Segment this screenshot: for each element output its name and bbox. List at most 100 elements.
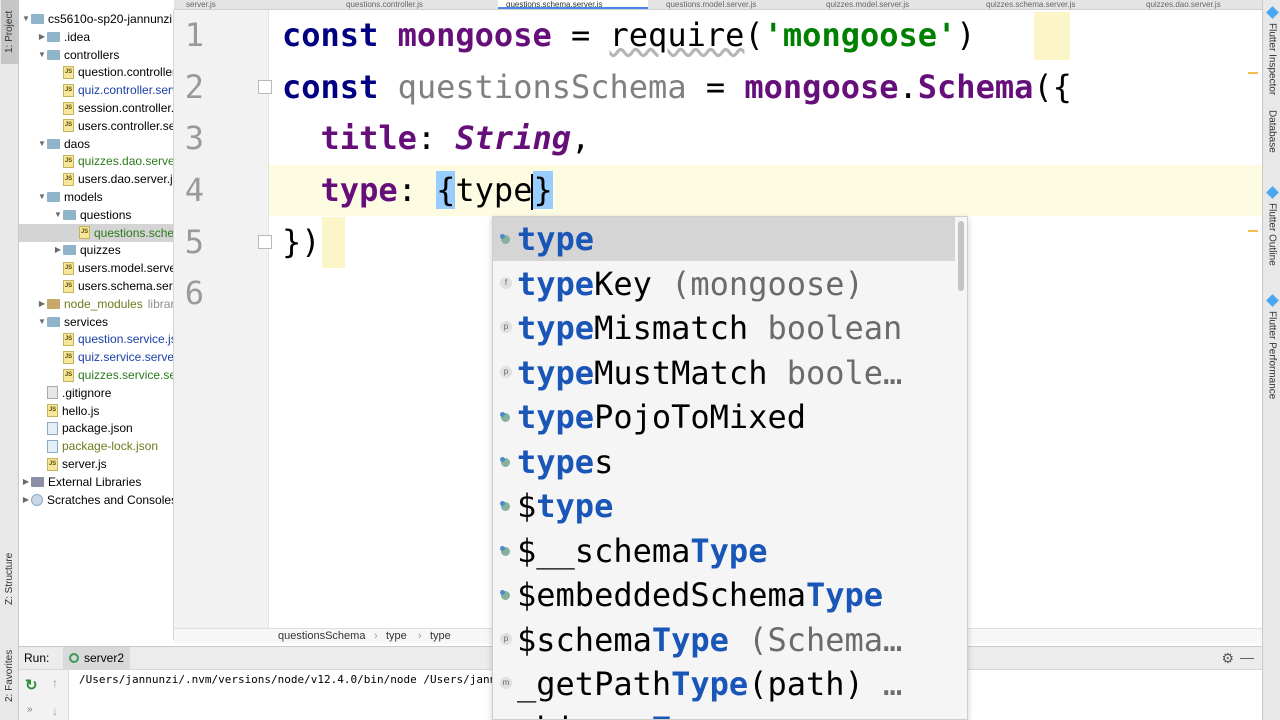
error-stripe-marker[interactable]: [1248, 230, 1258, 232]
up-arrow-icon[interactable]: ↑: [52, 676, 58, 690]
completion-item[interactable]: $type: [493, 484, 955, 528]
collapsed-arrow-icon[interactable]: ▶: [37, 28, 47, 46]
completion-item[interactable]: $__schemaType: [493, 529, 955, 573]
tree-item[interactable]: ▼ cs5610o-sp20-jannunzi: [19, 10, 173, 28]
completion-item[interactable]: _binaryType: [493, 707, 955, 720]
tree-item[interactable]: JS session.controller.server.js: [19, 99, 173, 117]
editor-tab[interactable]: questions.controller.js: [338, 0, 488, 9]
tree-item[interactable]: ▼ controllers: [19, 46, 173, 64]
editor-tab[interactable]: server.js: [178, 0, 328, 9]
breadcrumb-item[interactable]: type: [430, 629, 451, 644]
tree-item-suffix: library root: [147, 296, 173, 311]
json-file-icon: [47, 421, 58, 435]
minimize-icon[interactable]: —: [1240, 646, 1254, 669]
tree-item[interactable]: ▶ node_modules library root: [19, 295, 173, 313]
completion-item[interactable]: p $schemaType (Schema…: [493, 618, 955, 662]
breadcrumb-item[interactable]: type: [386, 629, 407, 644]
completion-item-text: typeMismatch boolean: [517, 309, 903, 347]
brace: }: [533, 171, 553, 209]
flutter-outline-tab[interactable]: Flutter Outline: [1264, 186, 1280, 284]
error-stripe-marker[interactable]: [1248, 72, 1258, 74]
expanded-arrow-icon[interactable]: ▼: [37, 313, 47, 331]
flutter-icon: [1265, 186, 1279, 199]
completion-item[interactable]: m _getPathType(path) …: [493, 662, 955, 706]
tree-item[interactable]: package.json: [19, 419, 173, 437]
expanded-arrow-icon[interactable]: ▼: [37, 188, 47, 206]
tree-item[interactable]: ▶ quizzes: [19, 241, 173, 259]
popup-scrollbar[interactable]: [958, 221, 964, 291]
json-file-icon: [47, 439, 58, 453]
tree-item[interactable]: ▼ questions: [19, 206, 173, 224]
editor-tab[interactable]: questions.schema.server.js: [498, 0, 648, 9]
tree-item-label: package.json: [62, 421, 133, 436]
tree-item[interactable]: JS question.controller.js: [19, 63, 173, 81]
tree-item[interactable]: JS quiz.controller.server.js: [19, 81, 173, 99]
editor-tab[interactable]: quizzes.model.server.js: [818, 0, 968, 9]
favorites-tool-tab[interactable]: 2: Favorites: [1, 640, 18, 712]
flutter-inspector-label: Flutter Inspector: [1266, 23, 1278, 96]
completion-item[interactable]: $embeddedSchemaType: [493, 573, 955, 617]
tree-item[interactable]: ▶ Scratches and Consoles: [19, 491, 173, 509]
tree-item[interactable]: JS quizzes.service.server.js: [19, 366, 173, 384]
editor-tab[interactable]: questions.model.server.js: [658, 0, 808, 9]
tree-item[interactable]: .gitignore: [19, 384, 173, 402]
completion-item-text: $__schemaType: [517, 531, 768, 570]
tree-item-label: services: [64, 314, 109, 329]
fold-marker[interactable]: [258, 235, 272, 249]
tree-item[interactable]: JS questions.schema.server.js: [19, 223, 173, 242]
typed-text: type: [455, 171, 533, 209]
tree-item-label: .gitignore: [62, 385, 112, 400]
completion-item[interactable]: f typeKey (mongoose): [493, 262, 955, 306]
variable-kind-icon: [500, 456, 510, 467]
fold-marker[interactable]: [258, 80, 272, 94]
expanded-arrow-icon[interactable]: ▼: [53, 206, 63, 224]
editor-tab[interactable]: quizzes.schema.server.js: [978, 0, 1128, 9]
expanded-arrow-icon[interactable]: ▼: [37, 135, 47, 153]
tree-item[interactable]: JS users.model.server.js: [19, 259, 173, 277]
expanded-arrow-icon[interactable]: ▼: [21, 10, 31, 28]
breadcrumb-item[interactable]: questionsSchema: [278, 629, 365, 644]
tree-item[interactable]: JS quizzes.dao.server.js: [19, 152, 173, 170]
completion-item[interactable]: typePojoToMixed: [493, 395, 955, 439]
project-tool-tab[interactable]: 1: Project: [1, 0, 18, 64]
js-file-icon: JS: [47, 457, 58, 471]
run-config-tab[interactable]: server2: [63, 647, 131, 670]
collapsed-arrow-icon[interactable]: ▶: [53, 241, 63, 259]
structure-tool-tab[interactable]: Z: Structure: [1, 545, 18, 613]
tree-item[interactable]: ▶ External Libraries: [19, 473, 173, 491]
tree-item[interactable]: JS question.service.js: [19, 330, 173, 348]
paren: ): [956, 16, 976, 54]
tree-item[interactable]: ▶ .idea: [19, 28, 173, 46]
collapsed-arrow-icon[interactable]: ▶: [21, 491, 31, 509]
tree-item-label: quiz.controller.server.js: [78, 83, 173, 98]
rerun-icon[interactable]: ↻: [25, 676, 38, 694]
tree-item[interactable]: JS server.js: [19, 455, 173, 473]
expanded-arrow-icon[interactable]: ▼: [37, 46, 47, 64]
database-tab[interactable]: Database: [1264, 110, 1280, 176]
tree-item[interactable]: ▼ models: [19, 188, 173, 206]
run-label: Run:: [24, 651, 50, 665]
collapsed-arrow-icon[interactable]: ▶: [21, 473, 31, 491]
expand-icon[interactable]: »: [27, 704, 33, 715]
tree-item[interactable]: JS users.dao.server.js: [19, 170, 173, 188]
tree-item[interactable]: JS users.controller.server.js: [19, 117, 173, 135]
editor-tab[interactable]: quizzes.dao.server.js: [1138, 0, 1262, 9]
collapsed-arrow-icon[interactable]: ▶: [37, 295, 47, 313]
tree-item[interactable]: package-lock.json: [19, 437, 173, 455]
tree-item[interactable]: ▼ services: [19, 313, 173, 331]
gear-icon[interactable]: ⚙: [1221, 647, 1234, 670]
scratches-icon: [31, 493, 43, 506]
flutter-inspector-tab[interactable]: Flutter Inspector: [1264, 6, 1280, 108]
completion-item[interactable]: type: [493, 217, 955, 261]
tree-item[interactable]: JS hello.js: [19, 402, 173, 420]
tree-item[interactable]: JS users.schema.server.js: [19, 277, 173, 295]
completion-item-text: _binaryType: [517, 707, 729, 720]
right-tool-strip: Flutter Inspector Database Flutter Outli…: [1262, 0, 1280, 720]
completion-item[interactable]: p typeMustMatch boole…: [493, 351, 955, 395]
flutter-performance-tab[interactable]: Flutter Performance: [1264, 294, 1280, 410]
completion-item[interactable]: p typeMismatch boolean: [493, 306, 955, 350]
tree-item[interactable]: ▼ daos: [19, 135, 173, 153]
completion-item[interactable]: types: [493, 440, 955, 484]
tree-item[interactable]: JS quiz.service.server.js: [19, 348, 173, 366]
down-arrow-icon[interactable]: ↓: [52, 704, 58, 718]
